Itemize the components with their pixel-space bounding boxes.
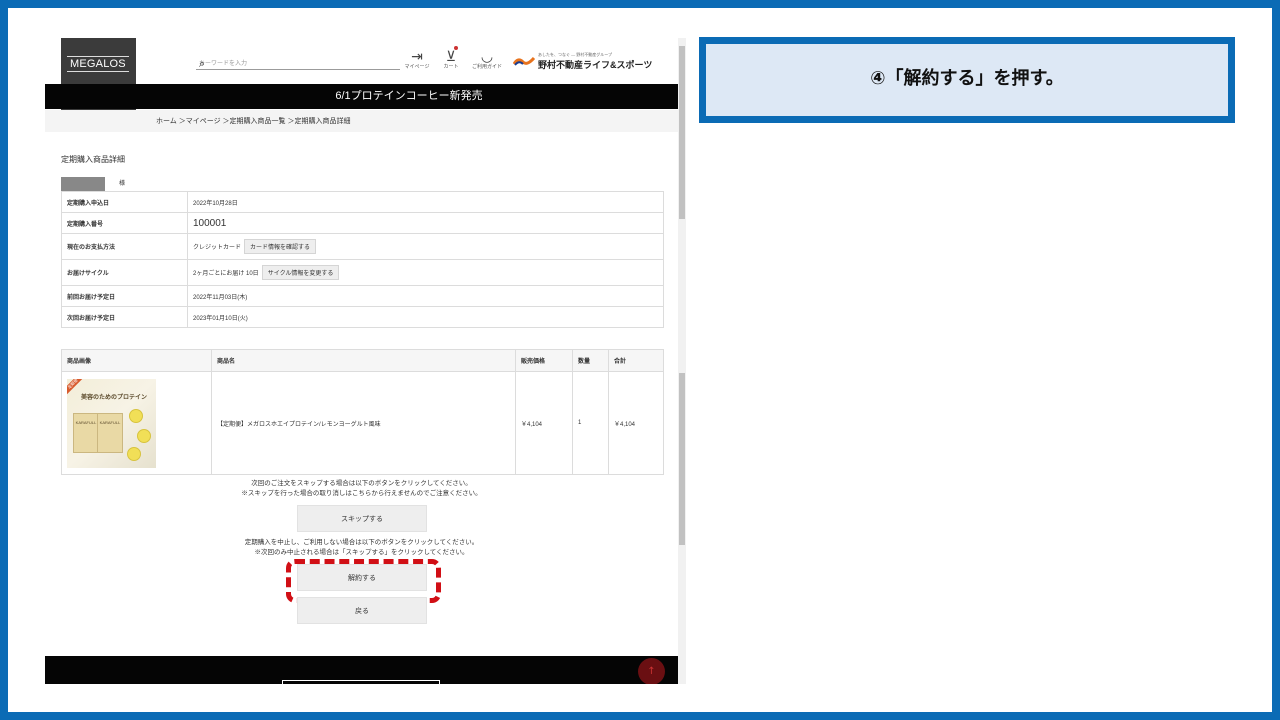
instruction-text: ④「解約する」を押す。: [706, 44, 1228, 116]
cart-badge: [454, 46, 458, 50]
lemon-graphic: [137, 428, 151, 443]
product-price: ￥4,104: [515, 371, 573, 475]
info-value-cell: 2ヶ月ごとにお届け 10日 サイクル情報を変更する: [187, 259, 664, 286]
column-header: 商品画像: [61, 349, 212, 372]
info-label: 定期購入申込日: [61, 191, 188, 213]
table-row: お届けサイクル 2ヶ月ごとにお届け 10日 サイクル情報を変更する: [61, 259, 664, 286]
cart-label: カート: [443, 64, 459, 70]
product-package: KARAFULL: [73, 412, 99, 453]
nomura-group-logo: あしたを、つなぐ ― 野村不動産グループ 野村不動産ライフ&スポーツ: [513, 52, 652, 70]
table-row: 定期購入申込日 2022年10月28日: [61, 191, 664, 213]
column-header: 数量: [572, 349, 609, 372]
product-total: ￥4,104: [608, 371, 664, 475]
subscription-info-table: 定期購入申込日 2022年10月28日 定期購入番号 100001 現在のお支払…: [61, 191, 664, 328]
cancel-note-line: ※次回のみ中止される場合は「スキップする」をクリックしてください。: [254, 549, 469, 556]
group-name: 野村不動産ライフ&スポーツ: [538, 60, 653, 70]
product-headline: 美容のためのプロテイン: [81, 394, 148, 401]
column-header: 合計: [608, 349, 664, 372]
table-row: 定期購入番号 100001: [61, 212, 664, 234]
breadcrumb-band: [45, 110, 678, 132]
product-quantity: 1: [572, 371, 609, 475]
table-header-row: 商品画像 商品名 販売価格 数量 合計: [61, 349, 664, 372]
info-value: 2023年01月10日(火): [187, 306, 664, 328]
page-title: 定期購入商品詳細: [61, 155, 125, 164]
product-package: KARAFULL: [97, 412, 123, 453]
instruction-callout: ④「解約する」を押す。: [699, 37, 1235, 123]
info-label: 定期購入番号: [61, 212, 188, 234]
table-row: 前回お届け予定日 2022年11月03日(木): [61, 285, 664, 307]
column-header: 販売価格: [515, 349, 573, 372]
info-value-cell: クレジットカード カード情報を確認する: [187, 233, 664, 260]
info-label: 現在のお支払方法: [61, 233, 188, 260]
guide-label: ご利用ガイド: [472, 64, 503, 70]
skip-note-line: ※スキップを行った場合の取り消しはこちらから行えませんのでご注意ください。: [241, 490, 482, 497]
info-label: 次回お届け予定日: [61, 306, 188, 328]
product-image[interactable]: 定期便 美容のためのプロテイン KARAFULL KARAFULL: [67, 378, 156, 468]
back-to-top-icon[interactable]: ↑: [638, 658, 665, 684]
column-header: 商品名: [211, 349, 516, 372]
skip-note-line: 次回のご注文をスキップする場合は以下のボタンをクリックしてください。: [251, 480, 472, 487]
breadcrumb[interactable]: ホーム ＞マイページ ＞定期購入商品一覧 ＞定期購入商品詳細: [156, 116, 350, 126]
product-image-cell: 定期便 美容のためのプロテイン KARAFULL KARAFULL: [61, 371, 212, 475]
table-row: 次回お届け予定日 2023年01月10日(火): [61, 306, 664, 328]
cancel-note-line: 定期購入を中止し、ご利用しない場合は以下のボタンをクリックしてください。: [244, 539, 479, 546]
info-value: 2022年11月03日(木): [187, 285, 664, 307]
scrollbar-thumb[interactable]: [679, 46, 685, 219]
book-icon: ◡: [480, 48, 494, 64]
check-card-button[interactable]: カード情報を確認する: [244, 239, 317, 254]
promo-banner[interactable]: 6/1プロテインコーヒー新発売: [45, 84, 678, 109]
scrollbar-thumb[interactable]: [679, 373, 685, 545]
table-row: 定期便 美容のためのプロテイン KARAFULL KARAFULL 【定期便】メ…: [61, 371, 664, 475]
search-placeholder: キーワードを入力: [199, 61, 248, 67]
guide-link[interactable]: ◡ ご利用ガイド: [472, 48, 503, 70]
nomura-logo-icon: [513, 56, 535, 66]
footer: [45, 656, 678, 684]
product-table: 商品画像 商品名 販売価格 数量 合計 定期便 美容のためのプロテイン KARA…: [61, 349, 664, 475]
product-name[interactable]: 【定期便】メガロスホエイプロテイン/レモンヨーグルト風味: [211, 371, 516, 475]
back-button[interactable]: 戻る: [297, 597, 427, 624]
cancel-note: 定期購入を中止し、ご利用しない場合は以下のボタンをクリックしてください。 ※次回…: [45, 538, 678, 558]
user-honorific: 様: [119, 181, 126, 187]
mypage-link[interactable]: ⇥ マイページ: [402, 48, 432, 70]
change-cycle-button[interactable]: サイクル情報を変更する: [261, 265, 340, 280]
page-scrollbar[interactable]: [678, 38, 686, 684]
brand-name: MEGALOS: [67, 56, 129, 72]
skip-note: 次回のご注文をスキップする場合は以下のボタンをクリックしてください。 ※スキップ…: [45, 479, 678, 499]
search-input[interactable]: キーワードを入力 ⌕: [196, 54, 400, 70]
cart-icon: ⊻: [445, 48, 457, 64]
payment-method: クレジットカード: [193, 245, 242, 251]
search-icon[interactable]: ⌕: [199, 58, 205, 71]
footer-box: [282, 680, 440, 684]
skip-button[interactable]: スキップする: [297, 505, 427, 532]
info-label: お届けサイクル: [61, 259, 188, 286]
lemon-graphic: [129, 408, 143, 423]
login-icon: ⇥: [411, 48, 423, 64]
cart-link[interactable]: ⊻ カート: [436, 46, 466, 70]
info-label: 前回お届け予定日: [61, 285, 188, 307]
mypage-label: マイページ: [404, 64, 430, 70]
info-value: 2022年10月28日: [187, 191, 664, 213]
delivery-cycle: 2ヶ月ごとにお届け 10日: [193, 271, 259, 277]
table-row: 現在のお支払方法 クレジットカード カード情報を確認する: [61, 233, 664, 260]
subscription-number: 100001: [187, 212, 664, 234]
redacted-user-name: [61, 177, 105, 191]
website-screenshot: MEGALOS キーワードを入力 ⌕ ⇥ マイページ ⊻ カート ◡ ご利用ガイ…: [45, 38, 686, 684]
lemon-graphic: [127, 446, 141, 461]
